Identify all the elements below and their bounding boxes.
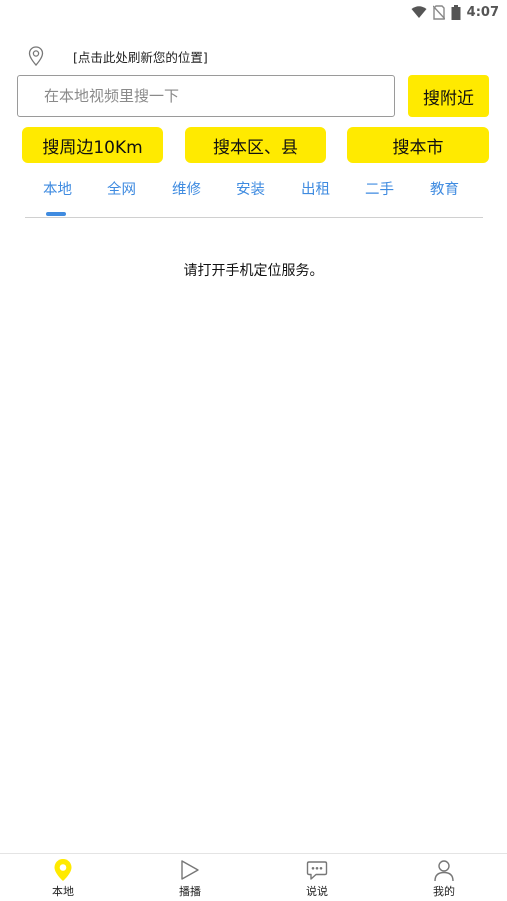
- wifi-icon: [411, 6, 427, 18]
- nav-mine-label: 我的: [433, 885, 455, 898]
- location-pin-icon: [54, 859, 72, 881]
- tab-local[interactable]: 本地: [43, 178, 72, 208]
- user-icon: [434, 860, 454, 882]
- nav-mine[interactable]: 我的: [404, 858, 484, 900]
- chat-icon: [306, 861, 328, 880]
- location-refresh[interactable]: [点击此处刷新您的位置]: [26, 44, 208, 68]
- search-city-button[interactable]: 搜本市: [347, 127, 489, 163]
- nav-broadcast[interactable]: 播播: [150, 858, 230, 900]
- nav-talk[interactable]: 说说: [277, 858, 357, 900]
- nav-local[interactable]: 本地: [23, 858, 103, 900]
- battery-icon: [451, 4, 461, 20]
- no-sim-icon: [432, 4, 445, 20]
- nav-local-label: 本地: [52, 885, 74, 898]
- tab-install[interactable]: 安装: [236, 178, 265, 208]
- status-time: 4:07: [466, 4, 499, 20]
- search-input[interactable]: [17, 75, 395, 117]
- status-icons: 4:07: [411, 3, 499, 21]
- location-text[interactable]: [点击此处刷新您的位置]: [73, 47, 208, 66]
- location-service-message: 请打开手机定位服务。: [183, 263, 324, 279]
- tab-all-network[interactable]: 全网: [107, 178, 136, 208]
- active-tab-indicator: [46, 212, 66, 216]
- nav-talk-label: 说说: [306, 885, 328, 898]
- tab-repair[interactable]: 维修: [172, 178, 201, 208]
- tab-second-hand[interactable]: 二手: [365, 178, 394, 208]
- tab-rental[interactable]: 出租: [301, 178, 330, 208]
- category-tabs: 本地 全网 维修 安装 出租 二手 教育: [25, 170, 483, 218]
- play-icon: [181, 860, 199, 880]
- search-district-button[interactable]: 搜本区、县: [185, 127, 326, 163]
- status-bar: 4:07: [0, 0, 507, 24]
- nav-broadcast-label: 播播: [179, 885, 201, 898]
- bottom-navigation: 本地 播播 说说 我的: [0, 853, 507, 901]
- location-pin-icon: [28, 46, 44, 66]
- tab-education[interactable]: 教育: [430, 178, 459, 208]
- search-10km-button[interactable]: 搜周边10Km: [22, 127, 163, 163]
- search-nearby-button[interactable]: 搜附近: [408, 75, 489, 117]
